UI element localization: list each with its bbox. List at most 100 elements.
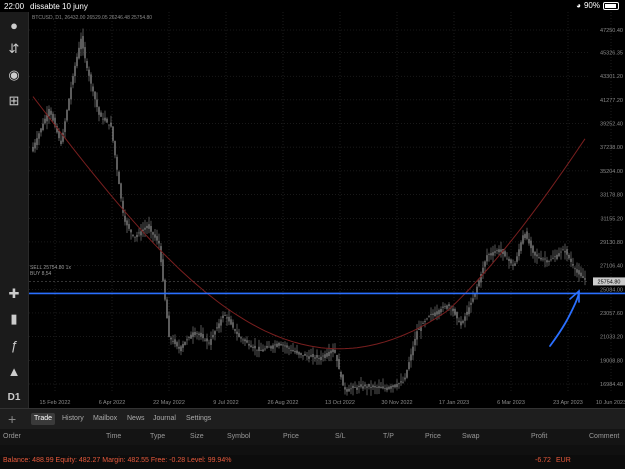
- candle-body: [106, 118, 108, 123]
- left-toolbar: ● ⇵ ◉ ⊞ ✚ ▮ ƒ ▲ D1: [0, 12, 29, 408]
- col-swap[interactable]: Swap: [462, 433, 480, 440]
- col-sl[interactable]: S/L: [335, 433, 346, 440]
- price-tick-label: 19008.80: [600, 358, 623, 364]
- candle-body: [560, 251, 562, 253]
- candle-body: [314, 357, 316, 359]
- chat-icon[interactable]: ◉: [4, 66, 24, 84]
- candle-body: [136, 234, 138, 238]
- candle-body: [500, 249, 502, 252]
- candle-body: [456, 312, 458, 319]
- candle-body: [372, 385, 374, 388]
- candle-body: [144, 227, 146, 230]
- col-type[interactable]: Type: [150, 433, 165, 440]
- candle-body: [150, 225, 152, 232]
- candle-body: [580, 272, 582, 277]
- col-order[interactable]: Order: [3, 433, 21, 440]
- trade-arrows-icon[interactable]: ⇵: [4, 40, 24, 58]
- candle-body: [462, 320, 464, 323]
- candle-body: [138, 232, 140, 234]
- candle-body: [192, 332, 194, 337]
- candle-body: [110, 122, 112, 127]
- candle-body: [266, 345, 268, 348]
- candle-body: [352, 385, 354, 389]
- tab-history[interactable]: History: [59, 413, 87, 425]
- candle-body: [122, 200, 124, 213]
- candle-body: [536, 254, 538, 257]
- tab-journal[interactable]: Journal: [150, 413, 179, 425]
- tab-trade[interactable]: Trade: [31, 413, 56, 425]
- candle-body: [178, 346, 180, 349]
- status-time: 22:00: [4, 2, 25, 11]
- candle-body: [32, 146, 34, 152]
- status-bar: 22:00 dissabte 10 juny ◕ 90%: [0, 0, 625, 12]
- timeframe-button[interactable]: D1: [4, 388, 24, 406]
- date-tick-label: 17 Jan 2023: [439, 400, 469, 406]
- col-comment[interactable]: Comment: [589, 433, 619, 440]
- tab-mailbox[interactable]: Mailbox: [90, 413, 120, 425]
- candle-body: [550, 259, 552, 261]
- candle-body: [250, 345, 252, 347]
- candle-body: [262, 349, 264, 352]
- crosshair-icon[interactable]: ✚: [4, 285, 24, 303]
- col-profit[interactable]: Profit: [531, 433, 547, 440]
- col-time[interactable]: Time: [106, 433, 121, 440]
- candle-body: [572, 264, 574, 266]
- candle-body: [256, 349, 258, 351]
- candle-body: [516, 256, 518, 262]
- candles-icon[interactable]: ▮: [4, 310, 24, 328]
- candle-body: [268, 346, 270, 348]
- col-tp[interactable]: T/P: [383, 433, 394, 440]
- price-chart[interactable]: 15 Feb 2022 6 Apr 2022 22 May 2022 9 Jul 20…: [29, 12, 625, 408]
- candle-body: [58, 130, 60, 139]
- moving-average-line: [32, 96, 586, 350]
- status-date: dissabte 10 juny: [30, 2, 88, 11]
- col-symbol[interactable]: Symbol: [227, 433, 250, 440]
- candle-body: [488, 254, 490, 255]
- candle-body: [120, 183, 122, 199]
- candle-body: [186, 339, 188, 341]
- candle-body: [512, 264, 514, 266]
- date-tick-label: 6 Mar 2023: [497, 400, 525, 406]
- candle-body: [288, 347, 290, 349]
- price-tick-label: 37238.00: [600, 145, 623, 151]
- col-size[interactable]: Size: [190, 433, 204, 440]
- price-tick-label: 41277.20: [600, 98, 623, 104]
- function-icon[interactable]: ƒ: [4, 336, 24, 354]
- chart-canvas[interactable]: 15 Feb 2022 6 Apr 2022 22 May 2022 9 Jul 20…: [29, 12, 625, 408]
- candle-body: [438, 310, 440, 315]
- candle-body: [476, 286, 478, 293]
- account-icon[interactable]: ●: [4, 16, 24, 34]
- add-chart-icon[interactable]: ⊞: [4, 92, 24, 110]
- annotation-arrow: [549, 291, 580, 347]
- objects-icon[interactable]: ▲: [4, 362, 24, 380]
- candle-body: [222, 315, 224, 319]
- candle-body: [232, 322, 234, 328]
- candle-body: [176, 342, 178, 347]
- candle-body: [204, 339, 206, 341]
- candle-body: [166, 299, 168, 319]
- candle-body: [342, 374, 344, 386]
- trade-table-header: Order Time Type Size Symbol Price S/L T/…: [0, 429, 625, 445]
- candle-body: [386, 387, 388, 391]
- candle-body: [102, 118, 104, 120]
- candle-body: [116, 156, 118, 170]
- candle-body: [306, 355, 308, 357]
- candle-body: [518, 249, 520, 257]
- tab-news[interactable]: News: [124, 413, 148, 425]
- candle-body: [436, 311, 438, 315]
- col-price-current[interactable]: Price: [425, 433, 441, 440]
- candle-body: [430, 313, 432, 315]
- candle-body: [390, 386, 392, 389]
- candle-body: [164, 279, 166, 300]
- candle-body: [264, 348, 266, 350]
- candle-body: [542, 258, 544, 260]
- candle-body: [524, 234, 526, 239]
- candle-body: [172, 340, 174, 342]
- candle-body: [538, 257, 540, 258]
- candle-body: [236, 331, 238, 334]
- col-price[interactable]: Price: [283, 433, 299, 440]
- tab-settings[interactable]: Settings: [183, 413, 214, 425]
- candle-body: [254, 345, 256, 349]
- candle-body: [70, 87, 72, 100]
- add-icon[interactable]: +: [8, 411, 16, 427]
